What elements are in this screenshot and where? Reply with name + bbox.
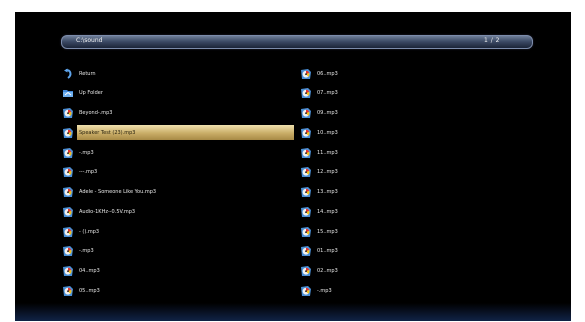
file-list-item[interactable]: 10..mp3 <box>300 125 533 140</box>
file-list-item[interactable]: 14..mp3 <box>300 204 533 219</box>
music-file-icon <box>300 127 312 139</box>
bottom-glow <box>15 303 571 321</box>
file-list-item[interactable]: 11..mp3 <box>300 145 533 160</box>
music-file-icon <box>62 107 74 119</box>
file-list-item[interactable]: Beyond-.mp3 <box>62 106 295 121</box>
music-file-icon <box>62 166 74 178</box>
file-list-item[interactable]: 01..mp3 <box>300 244 533 259</box>
file-name-label: 13..mp3 <box>317 189 338 195</box>
file-name-label: 01..mp3 <box>317 248 338 255</box>
file-name-label: 07..mp3 <box>317 90 338 97</box>
music-file-icon <box>300 206 312 218</box>
music-file-icon <box>300 265 312 277</box>
file-list-left: Return Up Folder Beyond-.mp3 Speaker Test (… <box>62 66 295 303</box>
file-name-label: ---.mp3 <box>79 169 98 176</box>
file-list-item-selected[interactable]: Speaker Test (23).mp3 <box>62 125 295 141</box>
music-file-icon <box>300 226 312 238</box>
file-list-item[interactable]: 04..mp3 <box>62 264 295 279</box>
file-name-label: Return <box>79 70 96 77</box>
music-file-icon <box>62 206 74 218</box>
file-name-label: 12..mp3 <box>317 169 338 176</box>
path-bar: C:\sound 1 / 2 <box>61 35 533 49</box>
file-list-item[interactable]: Adele - Someone Like You.mp3 <box>62 185 295 200</box>
file-list-item[interactable]: 06..mp3 <box>300 66 533 81</box>
file-name-label: Beyond-.mp3 <box>79 110 113 116</box>
file-list-item[interactable]: 12..mp3 <box>300 165 533 180</box>
file-name-label: 14..mp3 <box>317 208 338 215</box>
music-file-icon <box>62 245 74 257</box>
music-file-icon <box>300 68 312 80</box>
file-list-right: 06..mp3 07..mp3 09..mp3 10..mp3 11..mp3 12..m… <box>300 66 533 303</box>
file-name-label: Audio-1KHz--0.5V.mp3 <box>79 208 136 215</box>
page-indicator: 1 / 2 <box>484 37 500 44</box>
file-list-item[interactable]: 15..mp3 <box>300 224 533 239</box>
file-list-item[interactable]: 09..mp3 <box>300 106 533 121</box>
file-name-label: 05..mp3 <box>79 287 100 294</box>
file-list-item[interactable]: Return <box>62 66 295 81</box>
music-file-icon <box>62 265 74 277</box>
file-list-item[interactable]: - ().mp3 <box>62 224 295 239</box>
music-file-icon <box>62 147 74 159</box>
music-file-icon <box>62 186 74 198</box>
music-file-icon <box>300 245 312 257</box>
file-list-item[interactable]: -.mp3 <box>62 145 295 160</box>
music-file-icon <box>62 285 74 297</box>
file-list-item[interactable]: 07..mp3 <box>300 86 533 101</box>
file-browser-screen: C:\sound 1 / 2 Return Up Folder Beyond-.mp… <box>15 12 571 321</box>
file-name-label: 04..mp3 <box>79 268 100 274</box>
file-name-label: Adele - Someone Like You.mp3 <box>79 189 157 195</box>
file-name-label: 02..mp3 <box>317 268 338 274</box>
file-list-item[interactable]: -.mp3 <box>300 283 533 298</box>
file-name-label: 15..mp3 <box>317 228 338 235</box>
file-name-label: Up Folder <box>79 90 103 97</box>
file-name-label: 11..mp3 <box>317 149 338 156</box>
file-name-label: 06..mp3 <box>317 70 338 77</box>
file-name-label: 09..mp3 <box>317 110 338 116</box>
file-name-label: -.mp3 <box>317 287 332 294</box>
file-name-label: Speaker Test (23).mp3 <box>79 129 136 136</box>
file-name-label: - ().mp3 <box>79 228 100 235</box>
file-name-label: -.mp3 <box>79 149 94 156</box>
file-list-item[interactable]: 13..mp3 <box>300 185 533 200</box>
music-file-icon <box>300 87 312 99</box>
music-file-icon <box>62 226 74 238</box>
music-file-icon <box>300 107 312 119</box>
file-list-item[interactable]: Up Folder <box>62 86 295 101</box>
file-list-item[interactable]: 02..mp3 <box>300 264 533 279</box>
music-file-icon <box>300 166 312 178</box>
file-list-item[interactable]: 05..mp3 <box>62 283 295 298</box>
music-file-icon <box>62 127 74 139</box>
music-file-icon <box>300 285 312 297</box>
file-name-label: -.mp3 <box>79 248 94 255</box>
file-list-item[interactable]: ---.mp3 <box>62 165 295 180</box>
music-file-icon <box>300 147 312 159</box>
current-path: C:\sound <box>76 37 103 44</box>
file-list-item[interactable]: -.mp3 <box>62 244 295 259</box>
file-name-label: 10..mp3 <box>317 129 338 136</box>
return-arrow-icon <box>62 68 74 80</box>
music-file-icon <box>300 186 312 198</box>
folder-icon <box>62 87 74 99</box>
file-list-item[interactable]: Audio-1KHz--0.5V.mp3 <box>62 204 295 219</box>
